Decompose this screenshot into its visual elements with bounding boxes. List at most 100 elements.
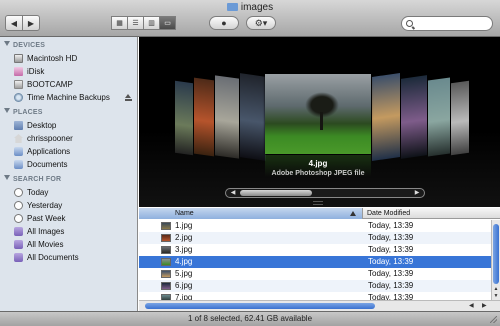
scroll-right-icon[interactable]: ▶ — [411, 189, 423, 197]
vertical-scroll-thumb[interactable] — [493, 224, 499, 284]
list-view-button[interactable]: ☰ — [127, 16, 144, 30]
file-name: 4.jpg — [175, 257, 193, 266]
sidebar-item-macintosh-hd[interactable]: Macintosh HD — [0, 52, 137, 65]
cover-thumbnail[interactable] — [401, 75, 427, 159]
horizontal-scroll-thumb[interactable] — [145, 303, 375, 309]
file-date: Today, 13:39 — [368, 281, 414, 290]
sidebar-item-all-movies[interactable]: All Movies — [0, 238, 137, 251]
sidebar-item-label: Macintosh HD — [27, 54, 78, 63]
list-rows: 1.jpg Today, 13:39 2.jpg Today, 13:39 3.jp… — [139, 220, 491, 304]
image-thumbnail-icon — [161, 234, 171, 242]
cover-flow-scrollbar[interactable]: ◀ ▶ — [225, 188, 425, 198]
status-bar: 1 of 8 selected, 62.41 GB available — [0, 311, 500, 326]
back-button[interactable]: ◀ — [5, 15, 23, 31]
sidebar-item-label: Today — [27, 188, 49, 197]
folder-icon — [226, 3, 238, 11]
sidebar-item-label: chrisspooner — [27, 134, 73, 143]
sidebar-item-time-machine[interactable]: Time Machine Backups — [0, 91, 137, 104]
sidebar-item-idisk[interactable]: iDisk — [0, 65, 137, 78]
sidebar-item-label: All Images — [27, 227, 65, 236]
cover-thumbnail[interactable] — [428, 77, 450, 157]
image-thumbnail-icon — [161, 246, 171, 254]
action-menu-button[interactable]: ⚙▾ — [246, 16, 276, 30]
cover-thumbnail[interactable] — [194, 77, 214, 157]
clock-icon — [14, 188, 23, 197]
image-thumbnail-icon — [161, 270, 171, 278]
sidebar: DEVICES Macintosh HD iDisk BOOTCAMP Time… — [0, 37, 138, 311]
home-icon — [14, 134, 23, 143]
sidebar-item-all-documents[interactable]: All Documents — [0, 251, 137, 264]
image-thumbnail-icon — [161, 258, 171, 266]
date-modified-column-header[interactable]: Date Modified — [367, 208, 497, 219]
status-text: 1 of 8 selected, 62.41 GB available — [187, 314, 313, 323]
scroll-right-icon[interactable]: ▶ — [482, 302, 487, 309]
split-resize-handle[interactable] — [313, 201, 323, 205]
image-thumbnail-icon — [161, 222, 171, 230]
sidebar-item-desktop[interactable]: Desktop — [0, 119, 137, 132]
cover-thumbnail[interactable] — [175, 80, 193, 156]
name-column-header[interactable]: Name — [139, 208, 363, 219]
eject-icon[interactable] — [125, 94, 132, 101]
list-header: Name Date Modified — [139, 208, 500, 219]
disclosure-triangle-icon — [4, 41, 10, 46]
cover-thumbnail[interactable] — [215, 75, 239, 159]
smart-folder-icon — [14, 253, 23, 262]
column-view-button[interactable]: ▥ — [143, 16, 160, 30]
table-row[interactable]: 1.jpg Today, 13:39 — [139, 220, 491, 232]
scroll-left-icon[interactable]: ◀ — [227, 189, 239, 197]
icon-view-button[interactable]: ▦ — [111, 16, 128, 30]
section-title: DEVICES — [13, 42, 46, 49]
smart-folder-icon — [14, 240, 23, 249]
cover-flow-scroll-thumb[interactable] — [240, 190, 312, 196]
quick-look-button[interactable]: ● — [209, 16, 239, 30]
sidebar-item-label: Documents — [27, 160, 68, 169]
horizontal-scrollbar[interactable]: ◀ ▶ — [139, 300, 500, 311]
table-row[interactable]: 6.jpg Today, 13:39 — [139, 280, 491, 292]
sidebar-item-label: Yesterday — [27, 201, 63, 210]
sidebar-item-applications[interactable]: Applications — [0, 145, 137, 158]
sidebar-item-today[interactable]: Today — [0, 186, 137, 199]
smart-folder-icon — [14, 227, 23, 236]
documents-icon — [14, 160, 23, 169]
scroll-up-icon[interactable]: ▲ — [493, 286, 499, 292]
sidebar-item-label: Desktop — [27, 121, 57, 130]
cover-flow-view-button[interactable]: ▭ — [159, 16, 176, 30]
search-input[interactable] — [417, 19, 487, 28]
scroll-down-icon[interactable]: ▼ — [493, 293, 499, 299]
gear-icon: ⚙▾ — [254, 17, 268, 28]
sidebar-item-documents[interactable]: Documents — [0, 158, 137, 171]
sidebar-section-devices[interactable]: DEVICES — [0, 40, 137, 52]
clock-icon — [14, 201, 23, 210]
sidebar-section-places[interactable]: PLACES — [0, 107, 137, 119]
sidebar-item-bootcamp[interactable]: BOOTCAMP — [0, 78, 137, 91]
sidebar-item-yesterday[interactable]: Yesterday — [0, 199, 137, 212]
icon-view-icon: ▦ — [116, 20, 123, 27]
file-name: 6.jpg — [175, 281, 193, 290]
sidebar-section-search-for[interactable]: SEARCH FOR — [0, 174, 137, 186]
vertical-scrollbar[interactable]: ▲ ▼ — [491, 220, 500, 300]
resize-grip-icon[interactable] — [490, 316, 497, 323]
cover-file-kind: Adobe Photoshop JPEG file — [271, 170, 365, 177]
volume-icon — [14, 80, 23, 89]
cover-file-name: 4.jpg — [308, 159, 328, 168]
cover-thumbnail[interactable] — [451, 80, 469, 156]
desktop-icon — [14, 121, 23, 130]
sidebar-item-home[interactable]: chrisspooner — [0, 132, 137, 145]
cover-thumbnail[interactable] — [372, 73, 400, 161]
file-date: Today, 13:39 — [368, 233, 414, 242]
table-row[interactable]: 5.jpg Today, 13:39 — [139, 268, 491, 280]
section-title: PLACES — [13, 109, 43, 116]
scroll-left-icon[interactable]: ◀ — [469, 302, 474, 309]
sidebar-item-all-images[interactable]: All Images — [0, 225, 137, 238]
table-row[interactable]: 4.jpg Today, 13:39 — [139, 256, 491, 268]
table-row[interactable]: 3.jpg Today, 13:39 — [139, 244, 491, 256]
file-date: Today, 13:39 — [368, 245, 414, 254]
selected-cover-image[interactable] — [265, 74, 371, 154]
sidebar-item-past-week[interactable]: Past Week — [0, 212, 137, 225]
search-field[interactable] — [401, 16, 493, 31]
search-icon — [406, 20, 413, 27]
cover-thumbnail[interactable] — [240, 73, 266, 161]
forward-button[interactable]: ▶ — [22, 15, 40, 31]
table-row[interactable]: 2.jpg Today, 13:39 — [139, 232, 491, 244]
applications-icon — [14, 147, 23, 156]
